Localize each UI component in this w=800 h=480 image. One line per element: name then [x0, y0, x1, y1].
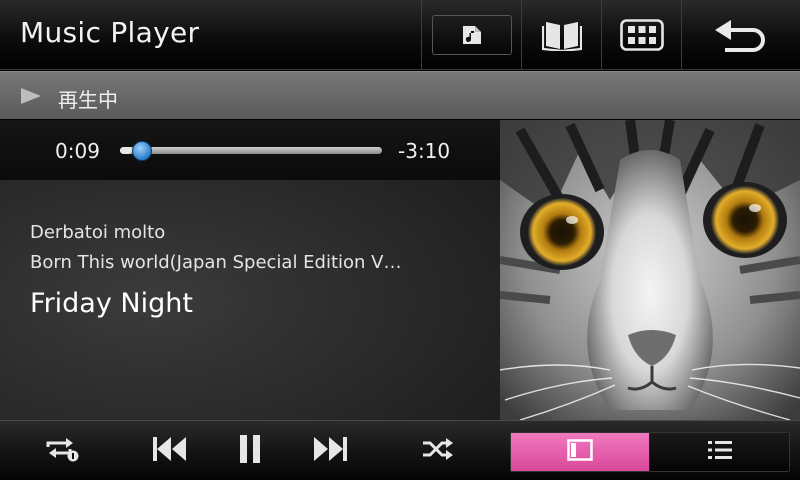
seek-bar[interactable]	[120, 141, 382, 161]
music-folder-button-face[interactable]	[431, 15, 512, 55]
previous-track-button[interactable]	[140, 421, 200, 480]
seek-bar-fill	[120, 147, 132, 154]
skip-next-icon	[312, 435, 348, 467]
elapsed-time: 0:09	[55, 139, 100, 163]
play-icon	[19, 86, 43, 110]
seek-thumb[interactable]	[132, 141, 152, 161]
grid-icon	[619, 19, 664, 51]
shuffle-icon	[421, 437, 455, 465]
progress-area: 0:09 -3:10	[0, 120, 500, 180]
playback-status-bar: 再生中	[0, 71, 800, 119]
playback-status-text: 再生中	[58, 88, 118, 112]
cat-album-art	[500, 120, 800, 420]
remaining-time: -3:10	[398, 139, 451, 163]
view-toggle	[510, 432, 790, 472]
playback-controls	[0, 420, 800, 480]
pause-button[interactable]	[220, 421, 280, 480]
grid-menu-button[interactable]	[601, 0, 681, 70]
next-track-button[interactable]	[300, 421, 360, 480]
back-button[interactable]	[681, 0, 800, 70]
repeat-one-icon	[44, 436, 80, 466]
shuffle-button[interactable]	[408, 421, 468, 480]
pause-icon	[238, 434, 262, 468]
album-art	[500, 120, 800, 420]
back-arrow-icon	[713, 18, 769, 52]
track-info-panel: 0:09 -3:10 Derbatoi molto Born This worl…	[0, 120, 500, 420]
repeat-button[interactable]	[32, 421, 92, 480]
app-title: Music Player	[20, 16, 200, 49]
album-name: Born This world(Japan Special Edition V…	[30, 252, 402, 273]
list-view-button[interactable]	[650, 433, 789, 471]
music-folder-button[interactable]	[421, 0, 521, 70]
now-playing-view-button[interactable]	[511, 433, 650, 471]
header-bar: Music Player	[0, 0, 800, 70]
music-folder-icon	[461, 24, 483, 46]
artist-name: Derbatoi molto	[30, 222, 166, 243]
skip-previous-icon	[152, 435, 188, 467]
now-playing-view-icon	[567, 439, 593, 465]
book-icon	[541, 19, 582, 51]
song-title: Friday Night	[30, 288, 193, 319]
list-view-icon	[707, 439, 733, 465]
book-button[interactable]	[521, 0, 601, 70]
